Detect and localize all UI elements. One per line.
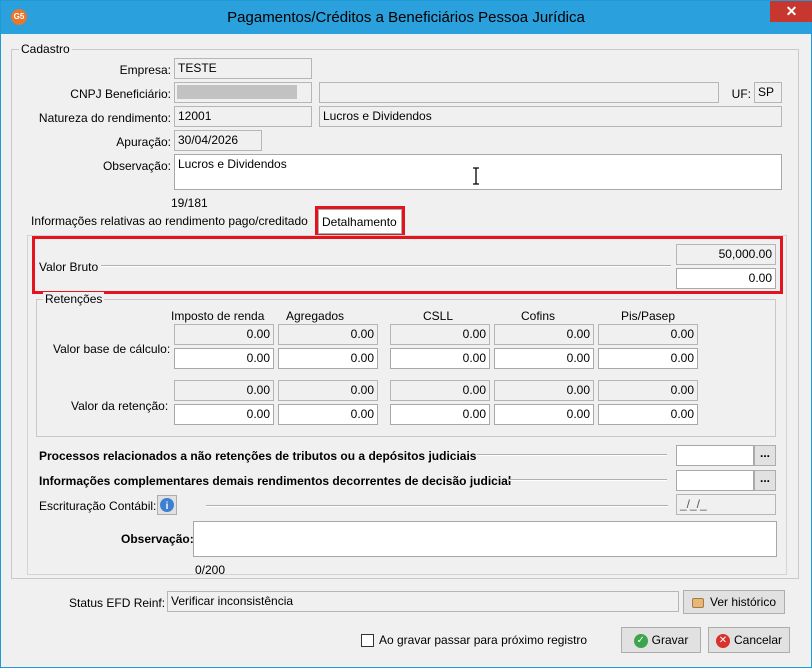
base-agregados-input[interactable]: 0.00 xyxy=(278,348,378,369)
history-icon xyxy=(691,597,704,608)
col-agregados: Agregados xyxy=(286,309,345,323)
title-bar[interactable]: G5 Pagamentos/Créditos a Beneficiários P… xyxy=(1,1,811,34)
col-cofins: Cofins xyxy=(521,309,556,323)
escrituracao-info-button[interactable]: i xyxy=(157,495,177,515)
base-csll-top: 0.00 xyxy=(390,324,490,345)
natureza-desc-field: Lucros e Dividendos xyxy=(319,106,782,127)
informacoes-label: Informações complementares demais rendim… xyxy=(39,474,512,488)
observacao2-counter: 0/200 xyxy=(195,563,226,577)
tab-informacoes[interactable]: Informações relativas ao rendimento pago… xyxy=(31,214,308,228)
apuracao-label: Apuração: xyxy=(116,135,171,149)
gravar-button[interactable]: ✓ Gravar xyxy=(621,627,701,653)
escrituracao-date-field[interactable]: _/_/_ xyxy=(676,494,776,515)
status-label: Status EFD Reinf: xyxy=(69,596,166,610)
observacao2-label: Observação: xyxy=(121,532,194,546)
empresa-field: TESTE xyxy=(174,58,312,79)
base-pis-input[interactable]: 0.00 xyxy=(598,348,698,369)
ver-historico-label: Ver histórico xyxy=(709,595,777,609)
processos-lookup-button[interactable]: ... xyxy=(754,445,776,466)
dialog-window: G5 Pagamentos/Créditos a Beneficiários P… xyxy=(0,0,812,668)
ret-pis-top: 0.00 xyxy=(598,380,698,401)
proximo-registro-checkbox[interactable] xyxy=(361,634,374,647)
base-cofins-top: 0.00 xyxy=(494,324,594,345)
col-csll: CSLL xyxy=(423,309,454,323)
cnpj-label: CNPJ Beneficiário: xyxy=(70,87,171,101)
observacao2-textarea[interactable] xyxy=(193,521,777,557)
escrituracao-label: Escrituração Contábil: xyxy=(39,499,157,513)
informacoes-lookup-button[interactable]: ... xyxy=(754,470,776,491)
info-icon: i xyxy=(160,498,174,512)
base-agregados-top: 0.00 xyxy=(278,324,378,345)
ret-csll-top: 0.00 xyxy=(390,380,490,401)
cancelar-label: Cancelar xyxy=(733,633,783,647)
valor-retencao-label: Valor da retenção: xyxy=(71,399,169,413)
base-pis-top: 0.00 xyxy=(598,324,698,345)
ret-cofins-input[interactable]: 0.00 xyxy=(494,404,594,425)
svg-text:i: i xyxy=(166,501,169,512)
retencoes-group-label: Retenções xyxy=(43,292,105,306)
observacao-counter: 19/181 xyxy=(171,196,208,210)
processos-label: Processos relacionados a não retenções d… xyxy=(39,449,477,463)
empresa-label: Empresa: xyxy=(119,63,171,77)
ver-historico-button[interactable]: Ver histórico xyxy=(683,590,785,614)
col-pis-pasep: Pis/Pasep xyxy=(621,309,676,323)
processos-separator xyxy=(477,454,667,456)
proximo-registro-label[interactable]: Ao gravar passar para próximo registro xyxy=(379,633,587,647)
cadastro-group-label: Cadastro xyxy=(19,42,72,56)
observacao-label: Observação: xyxy=(102,159,171,173)
col-imposto-de-renda: Imposto de renda xyxy=(171,309,265,323)
text-cursor-icon xyxy=(472,167,480,185)
natureza-label: Natureza do rendimento: xyxy=(38,111,171,125)
status-field: Verificar inconsistência xyxy=(167,591,679,612)
escrituracao-separator xyxy=(206,505,668,507)
gravar-label: Gravar xyxy=(651,633,689,647)
cnpj-redacted-block xyxy=(177,85,297,99)
ret-agregados-top: 0.00 xyxy=(278,380,378,401)
processos-field[interactable] xyxy=(676,445,754,466)
ret-pis-input[interactable]: 0.00 xyxy=(598,404,698,425)
valor-base-label: Valor base de cálculo: xyxy=(53,342,171,356)
base-ir-input[interactable]: 0.00 xyxy=(174,348,274,369)
base-ir-top: 0.00 xyxy=(174,324,274,345)
uf-label: UF: xyxy=(731,87,751,101)
close-button[interactable]: ✕ xyxy=(770,1,812,22)
beneficiario-name-field xyxy=(319,82,719,103)
cancelar-button[interactable]: ✕ Cancelar xyxy=(708,627,790,653)
highlight-valor-bruto xyxy=(32,236,783,294)
natureza-code-field[interactable]: 12001 xyxy=(174,106,312,127)
cancel-icon: ✕ xyxy=(715,633,730,648)
ret-csll-input[interactable]: 0.00 xyxy=(390,404,490,425)
ret-agregados-input[interactable]: 0.00 xyxy=(278,404,378,425)
base-csll-input[interactable]: 0.00 xyxy=(390,348,490,369)
window-title: Pagamentos/Créditos a Beneficiários Pess… xyxy=(227,9,585,26)
informacoes-field[interactable] xyxy=(676,470,754,491)
ret-ir-top: 0.00 xyxy=(174,380,274,401)
base-cofins-input[interactable]: 0.00 xyxy=(494,348,594,369)
ret-ir-input[interactable]: 0.00 xyxy=(174,404,274,425)
check-icon: ✓ xyxy=(633,633,648,648)
informacoes-separator xyxy=(509,479,667,481)
ret-cofins-top: 0.00 xyxy=(494,380,594,401)
uf-field: SP xyxy=(754,82,782,103)
apuracao-field: 30/04/2026 xyxy=(174,130,262,151)
highlight-tab-detalhamento xyxy=(315,206,405,237)
